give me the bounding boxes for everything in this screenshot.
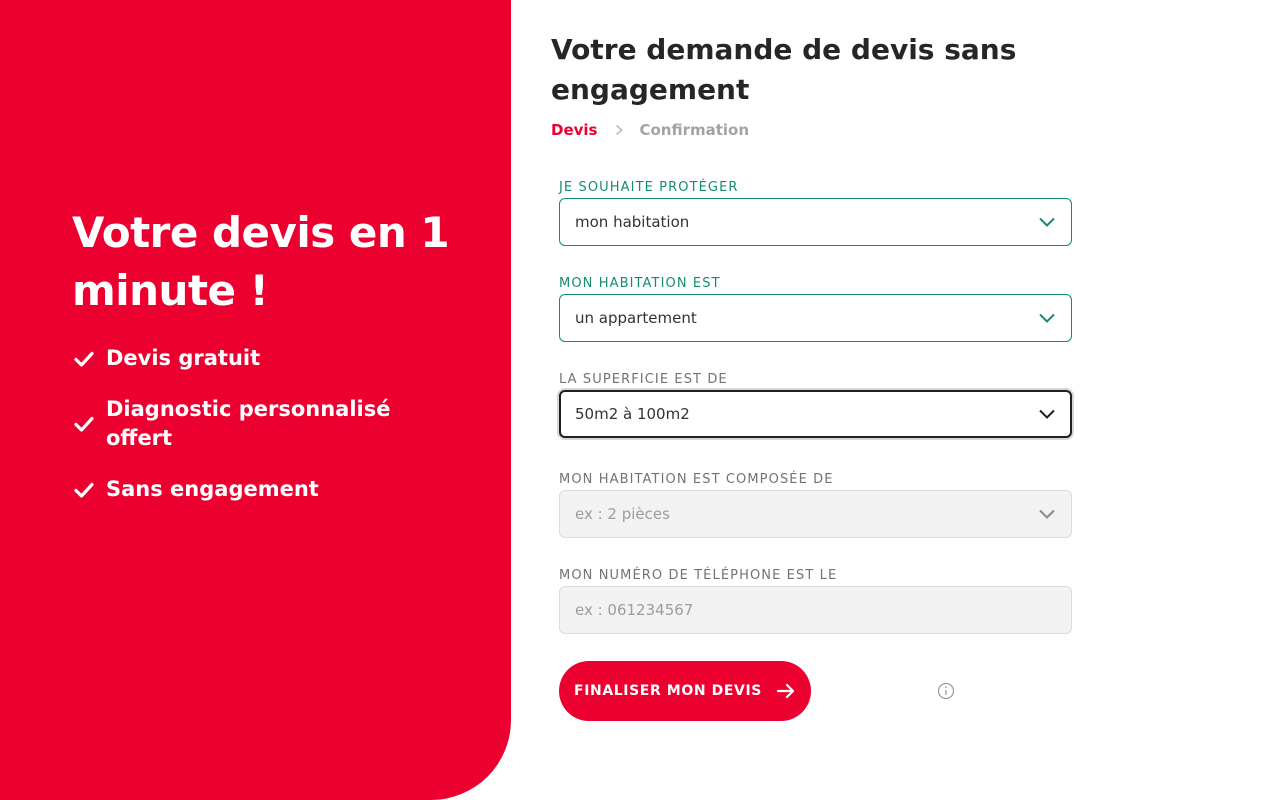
benefit-item: Diagnostic personnalisé offert <box>72 395 412 453</box>
form-title: Votre demande de devis sans engagement <box>551 33 1017 106</box>
protect-field: JE SOUHAITE PROTÉGER mon habitation <box>559 180 1072 246</box>
check-icon <box>74 351 94 367</box>
benefit-label: Diagnostic personnalisé offert <box>106 397 391 450</box>
field-label: JE SOUHAITE PROTÉGER <box>559 180 739 195</box>
field-label: MON HABITATION EST <box>559 276 721 291</box>
rooms-field: MON HABITATION EST COMPOSÉE DE ex : 2 pi… <box>559 472 1072 538</box>
benefit-item: Sans engagement <box>72 475 412 504</box>
housing-type-select[interactable]: un appartement <box>559 294 1072 342</box>
step-breadcrumb: Devis Confirmation <box>551 121 749 139</box>
select-value: 50m2 à 100m2 <box>575 405 690 423</box>
benefit-item: Devis gratuit <box>72 344 412 373</box>
chevron-down-icon <box>1039 509 1055 519</box>
select-placeholder: ex : 2 pièces <box>575 505 670 523</box>
benefits-list: Devis gratuit Diagnostic personnalisé of… <box>72 344 412 526</box>
field-label: MON HABITATION EST COMPOSÉE DE <box>559 472 834 487</box>
protect-select[interactable]: mon habitation <box>559 198 1072 246</box>
chevron-right-icon <box>616 124 624 136</box>
step-next: Confirmation <box>639 121 750 139</box>
benefit-label: Devis gratuit <box>106 346 261 370</box>
input-placeholder: ex : 061234567 <box>575 601 694 619</box>
surface-select[interactable]: 50m2 à 100m2 <box>559 390 1072 438</box>
surface-field: LA SUPERFICIE EST DE 50m2 à 100m2 <box>559 372 1072 438</box>
phone-field: MON NUMÉRO DE TÉLÉPHONE EST LE ex : 0612… <box>559 568 1072 634</box>
info-icon[interactable] <box>937 682 955 700</box>
finalize-quote-button[interactable]: FINALISER MON DEVIS <box>559 661 811 721</box>
chevron-down-icon <box>1039 313 1055 323</box>
select-value: mon habitation <box>575 213 690 231</box>
hero-panel: Votre devis en 1 minute ! Devis gratuit … <box>0 0 511 800</box>
step-current: Devis <box>551 121 598 139</box>
housing-type-field: MON HABITATION EST un appartement <box>559 276 1072 342</box>
button-label: FINALISER MON DEVIS <box>574 683 762 699</box>
select-value: un appartement <box>575 309 697 327</box>
rooms-select[interactable]: ex : 2 pièces <box>559 490 1072 538</box>
field-label: MON NUMÉRO DE TÉLÉPHONE EST LE <box>559 568 838 583</box>
check-icon <box>74 482 94 498</box>
field-label: LA SUPERFICIE EST DE <box>559 372 728 387</box>
chevron-down-icon <box>1039 409 1055 419</box>
hero-title: Votre devis en 1 minute ! <box>72 208 450 315</box>
chevron-down-icon <box>1039 217 1055 227</box>
arrow-right-icon <box>776 683 795 699</box>
phone-input[interactable]: ex : 061234567 <box>559 586 1072 634</box>
check-icon <box>74 416 94 432</box>
benefit-label: Sans engagement <box>106 477 319 501</box>
